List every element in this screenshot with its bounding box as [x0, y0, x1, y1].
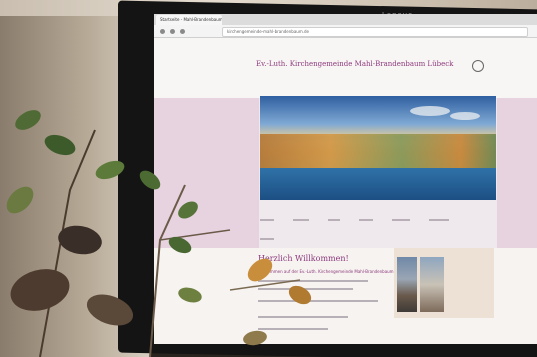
- side-panel-right: [497, 98, 537, 248]
- browser-toolbar: kirchengemeinde-mahl-brandenbaum.de: [154, 25, 537, 38]
- photo-scene: Lenovo Startseite - Mahl-Brandenbaum kir…: [0, 0, 537, 357]
- nav-item[interactable]: [359, 219, 374, 221]
- forward-icon[interactable]: [170, 29, 175, 34]
- address-bar[interactable]: kirchengemeinde-mahl-brandenbaum.de: [222, 27, 528, 37]
- church-logo-icon[interactable]: [472, 60, 484, 72]
- banner-cloud: [450, 112, 480, 120]
- back-icon[interactable]: [160, 29, 165, 34]
- browser-tab[interactable]: Startseite - Mahl-Brandenbaum: [156, 15, 222, 25]
- nav-item[interactable]: [392, 219, 411, 221]
- reload-icon[interactable]: [180, 29, 185, 34]
- church-photo[interactable]: [397, 257, 417, 312]
- nav-item[interactable]: [429, 219, 450, 221]
- church-photo[interactable]: [420, 257, 444, 312]
- site-title[interactable]: Ev.-Luth. Kirchengemeinde Mahl-Brandenba…: [256, 60, 453, 68]
- browser-tab-bar: Startseite - Mahl-Brandenbaum: [154, 14, 537, 25]
- banner-cloud: [410, 106, 450, 116]
- foreground-plant: [6, 110, 312, 357]
- site-header: Ev.-Luth. Kirchengemeinde Mahl-Brandenba…: [154, 38, 537, 98]
